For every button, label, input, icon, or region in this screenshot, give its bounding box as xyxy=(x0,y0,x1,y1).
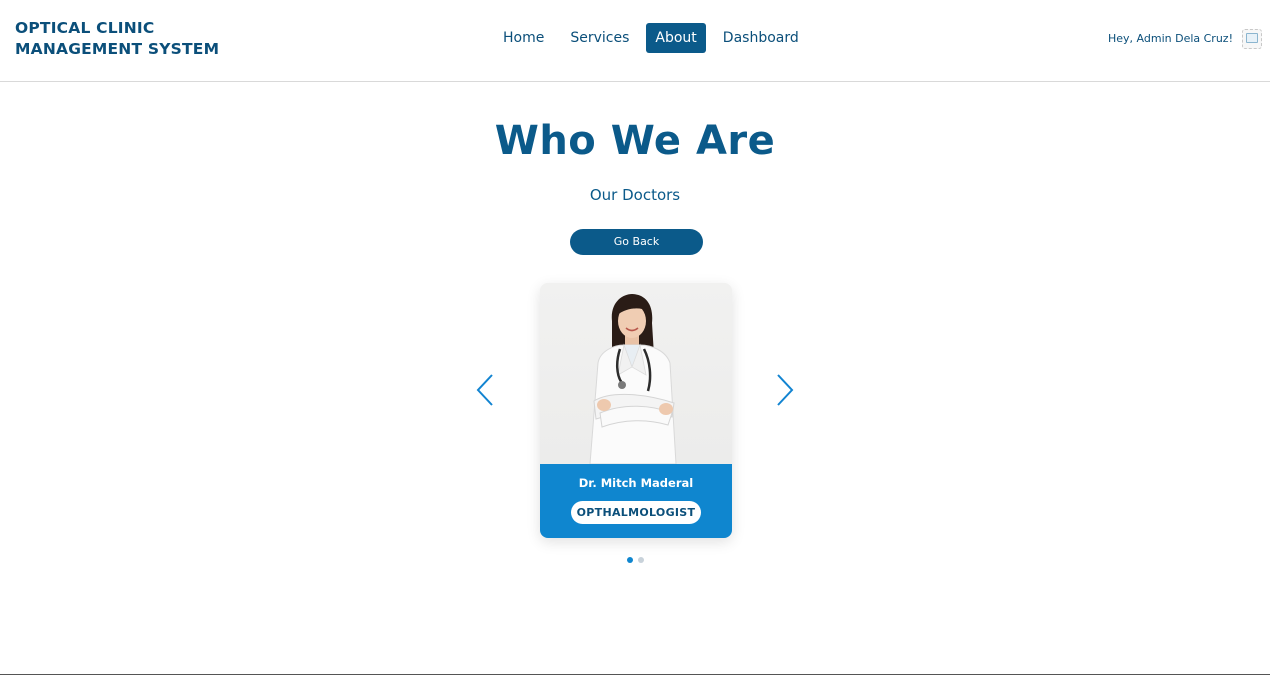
doctor-name: Dr. Mitch Maderal xyxy=(578,476,694,490)
brand-logo[interactable]: OPTICAL CLINIC MANAGEMENT SYSTEM xyxy=(15,18,219,60)
user-greeting: Hey, Admin Dela Cruz! xyxy=(1108,32,1233,45)
go-back-button[interactable]: Go Back xyxy=(570,229,703,255)
carousel-dot-1[interactable] xyxy=(627,557,633,563)
chevron-right-icon[interactable] xyxy=(772,373,798,407)
navbar: OPTICAL CLINIC MANAGEMENT SYSTEM Home Se… xyxy=(0,0,1270,82)
doctor-card-footer: Dr. Mitch Maderal OPTHALMOLOGIST xyxy=(540,464,732,538)
carousel-dot-2[interactable] xyxy=(638,557,644,563)
main-nav: Home Services About Dashboard xyxy=(494,23,816,53)
nav-dashboard[interactable]: Dashboard xyxy=(714,23,808,53)
doctor-photo xyxy=(540,283,732,465)
broken-image-icon[interactable] xyxy=(1242,29,1262,49)
page-subtitle: Our Doctors xyxy=(589,186,681,204)
nav-home[interactable]: Home xyxy=(494,23,553,53)
brand-line-2: MANAGEMENT SYSTEM xyxy=(15,40,220,58)
brand-line-1: OPTICAL CLINIC xyxy=(15,19,155,37)
nav-services[interactable]: Services xyxy=(561,23,638,53)
doctor-role-badge: OPTHALMOLOGIST xyxy=(571,501,701,524)
nav-about[interactable]: About xyxy=(646,23,706,53)
doctor-card[interactable]: Dr. Mitch Maderal OPTHALMOLOGIST xyxy=(540,283,732,538)
chevron-left-icon[interactable] xyxy=(472,373,498,407)
carousel-pagination xyxy=(627,557,649,563)
page-title: Who We Are xyxy=(494,118,776,164)
